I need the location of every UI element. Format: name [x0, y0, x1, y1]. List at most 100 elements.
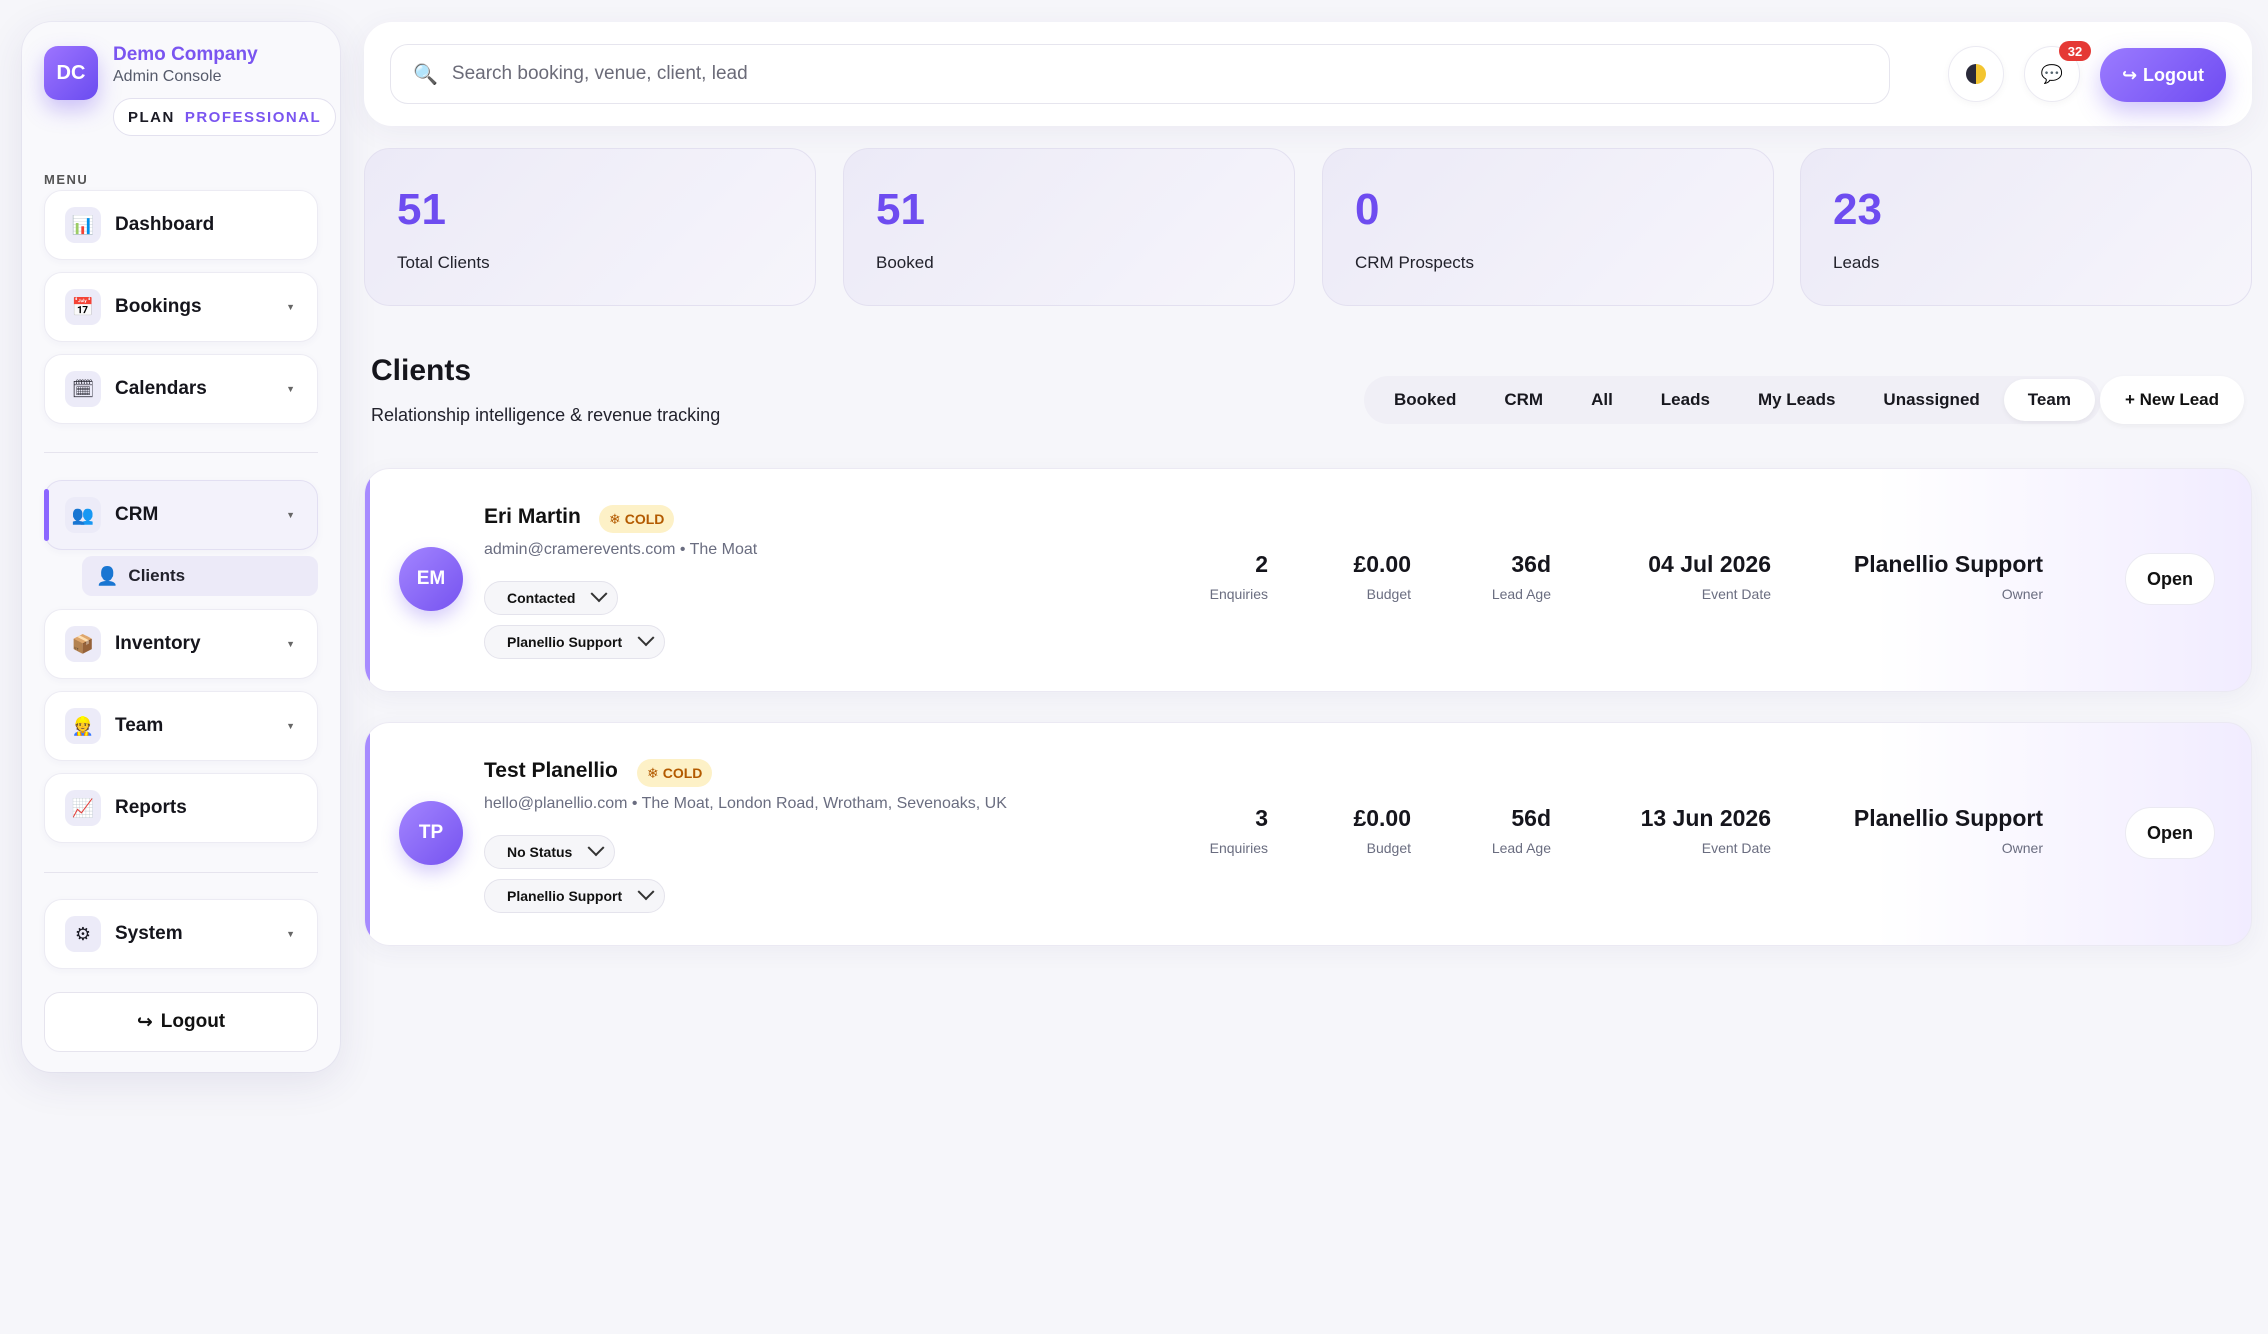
- stat-card-leads: 23 Leads: [1800, 148, 2252, 306]
- client-card[interactable]: EM Eri Martin ❄ COLD admin@cramerevents.…: [364, 468, 2252, 692]
- metric-value: 3: [1255, 805, 1268, 831]
- temperature-label: COLD: [662, 765, 703, 781]
- owner-select[interactable]: Planellio Support: [484, 879, 666, 913]
- enquiries-metric: 3 Enquiries: [1210, 805, 1268, 856]
- temperature-badge: ❄ COLD: [599, 505, 675, 533]
- gear-icon: ⚙: [65, 916, 101, 952]
- filter-tab-my-leads[interactable]: My Leads: [1734, 379, 1859, 421]
- messages-button[interactable]: 💬 32: [2024, 41, 2091, 102]
- chevron-down-icon: [637, 629, 655, 647]
- filter-tab-all[interactable]: All: [1567, 379, 1637, 421]
- client-contact: admin@cramerevents.com • The Moat: [484, 541, 758, 558]
- sidebar-subitem-clients[interactable]: 👤 Clients: [82, 556, 318, 596]
- snowflake-icon: ❄: [647, 764, 659, 781]
- client-avatar: EM: [399, 547, 463, 611]
- budget-metric: £0.00 Budget: [1353, 551, 1411, 602]
- sidebar-item-crm[interactable]: 👥 CRM ▼: [44, 480, 318, 550]
- chevron-down-icon: ▼: [286, 721, 295, 731]
- top-bar: 🔍 💬 32 ↪ Logout: [364, 22, 2252, 126]
- temperature-label: COLD: [624, 511, 665, 527]
- logout-icon: ↪: [2121, 64, 2138, 85]
- metric-label: Enquiries: [1209, 586, 1268, 602]
- open-client-button[interactable]: Open: [2125, 553, 2215, 605]
- sidebar-item-label: Team: [115, 715, 164, 736]
- event-date-metric: 13 Jun 2026 Event Date: [1641, 805, 1771, 856]
- sidebar-item-team[interactable]: 👷 Team ▼: [44, 691, 318, 761]
- metric-label: Owner: [2001, 840, 2043, 856]
- sidebar-divider: [44, 452, 318, 453]
- filter-tab-unassigned[interactable]: Unassigned: [1859, 379, 2003, 421]
- owner-metric: Planellio Support Owner: [1854, 805, 2043, 856]
- search-input[interactable]: [451, 63, 1852, 85]
- owner-metric: Planellio Support Owner: [1854, 551, 2043, 602]
- owner-select[interactable]: Planellio Support: [484, 625, 666, 659]
- filter-tabs: Booked CRM All Leads My Leads Unassigned…: [1364, 376, 2101, 424]
- stat-card-booked: 51 Booked: [843, 148, 1295, 306]
- client-name[interactable]: Test Planellio: [484, 759, 618, 783]
- metric-label: Lead Age: [1491, 586, 1551, 602]
- chevron-down-icon: ▼: [286, 929, 295, 939]
- people-icon: 👥: [65, 497, 101, 533]
- company-subtitle: Admin Console: [113, 68, 222, 85]
- search-box[interactable]: 🔍: [390, 44, 1890, 104]
- filter-tab-booked[interactable]: Booked: [1370, 379, 1480, 421]
- logout-button[interactable]: ↪ Logout: [2100, 48, 2226, 102]
- client-name[interactable]: Eri Martin: [484, 505, 581, 529]
- sidebar-item-calendars[interactable]: 🗓 Calendars ▼: [44, 354, 318, 424]
- sidebar-item-bookings[interactable]: 📅 Bookings ▼: [44, 272, 318, 342]
- metric-label: Owner: [2001, 586, 2043, 602]
- sidebar-item-reports[interactable]: 📈 Reports: [44, 773, 318, 843]
- filter-tab-leads[interactable]: Leads: [1637, 379, 1734, 421]
- status-select[interactable]: Contacted: [484, 581, 619, 615]
- chat-bubble-icon: 💬: [2040, 63, 2064, 84]
- stat-label: Total Clients: [397, 253, 490, 272]
- logout-label: Logout: [2143, 64, 2205, 85]
- stat-card-crm-prospects: 0 CRM Prospects: [1322, 148, 1774, 306]
- sidebar-item-label: Reports: [115, 797, 187, 818]
- client-card[interactable]: TP Test Planellio ❄ COLD hello@planellio…: [364, 722, 2252, 946]
- page-subtitle: Relationship intelligence & revenue trac…: [371, 405, 721, 425]
- filter-tab-team[interactable]: Team: [2003, 379, 2095, 421]
- metric-value: Planellio Support: [1853, 805, 2043, 831]
- calendar-icon: 📅: [65, 289, 101, 325]
- new-lead-button[interactable]: + New Lead: [2100, 376, 2244, 424]
- metric-value: Planellio Support: [1853, 551, 2043, 577]
- plan-value: PROFESSIONAL: [184, 108, 322, 126]
- chevron-down-icon: [587, 839, 605, 857]
- metric-label: Enquiries: [1209, 840, 1268, 856]
- metric-value: 36d: [1511, 551, 1551, 577]
- chevron-down-icon: [637, 883, 655, 901]
- company-avatar: DC: [44, 46, 98, 100]
- sidebar-item-label: Bookings: [115, 296, 202, 317]
- sidebar: DC Demo Company Admin Console PLAN PROFE…: [22, 22, 340, 1072]
- sidebar-item-system[interactable]: ⚙ System ▼: [44, 899, 318, 969]
- metric-value: £0.00: [1353, 805, 1411, 831]
- sidebar-item-label: Inventory: [115, 633, 201, 654]
- stat-label: Booked: [876, 253, 934, 272]
- open-client-button[interactable]: Open: [2125, 807, 2215, 859]
- metric-value: £0.00: [1353, 551, 1411, 577]
- status-select[interactable]: No Status: [484, 835, 616, 869]
- chevron-down-icon: ▼: [286, 302, 295, 312]
- sidebar-item-label: System: [115, 923, 183, 944]
- metric-value: 56d: [1511, 805, 1551, 831]
- sidebar-logout-button[interactable]: ↪ Logout: [44, 992, 318, 1052]
- owner-select-value: Planellio Support: [507, 634, 623, 650]
- stat-value: 51: [397, 185, 446, 234]
- metric-value: 13 Jun 2026: [1640, 805, 1771, 831]
- stat-card-total-clients: 51 Total Clients: [364, 148, 816, 306]
- menu-label: MENU: [44, 172, 89, 187]
- filter-tab-crm[interactable]: CRM: [1480, 379, 1567, 421]
- theme-toggle-button[interactable]: [1948, 46, 2004, 102]
- theme-icon: [1966, 64, 1986, 84]
- chevron-down-icon: [590, 585, 608, 603]
- stat-label: Leads: [1833, 253, 1880, 272]
- sidebar-divider: [44, 872, 318, 873]
- stat-label: CRM Prospects: [1355, 253, 1475, 272]
- sidebar-item-dashboard[interactable]: 📊 Dashboard: [44, 190, 318, 260]
- sidebar-item-label: Calendars: [115, 378, 207, 399]
- search-icon: 🔍: [413, 63, 438, 86]
- stat-value: 51: [876, 185, 925, 234]
- sidebar-item-inventory[interactable]: 📦 Inventory ▼: [44, 609, 318, 679]
- metric-label: Budget: [1366, 586, 1411, 602]
